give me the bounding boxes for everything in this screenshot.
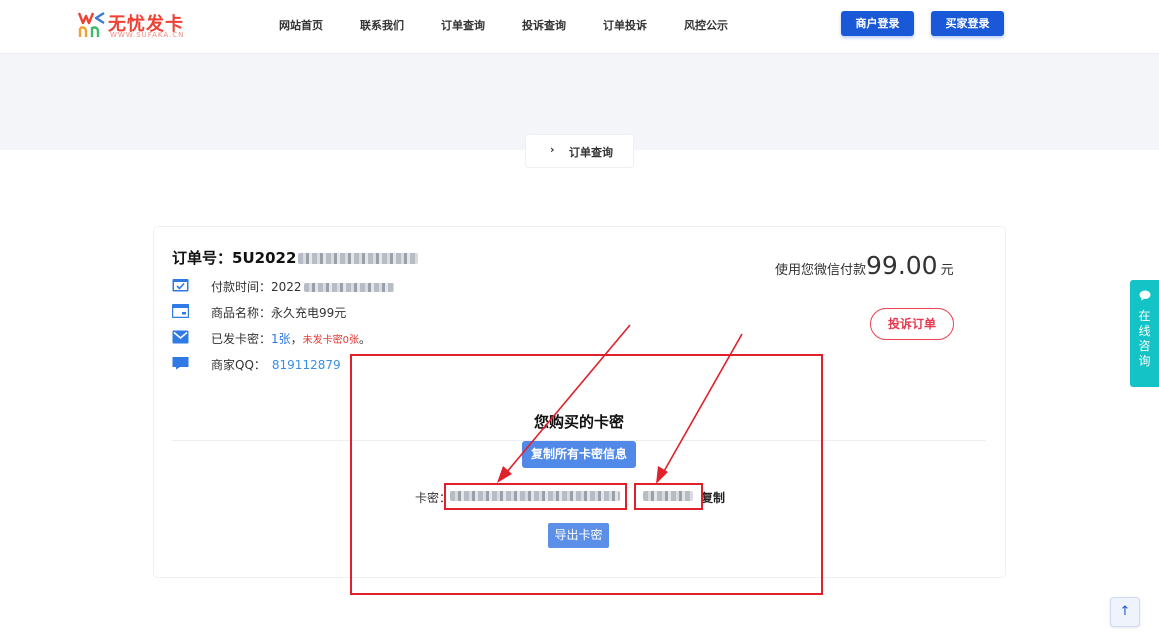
product-value: 永久充电99元	[271, 306, 347, 320]
logo-mark-icon	[78, 11, 105, 37]
pay-prefix: 使用您微信付款	[775, 263, 867, 278]
order-number: 订单号：5U2022	[172, 247, 419, 268]
logo-subtext: WWW.SUFAKA.CN	[110, 31, 185, 39]
sent-count: 1张	[271, 332, 291, 346]
envelope-icon	[172, 330, 189, 344]
annotation-box-section	[350, 354, 823, 595]
nav-complaint-query[interactable]: 投诉查询	[522, 17, 566, 33]
nav-order-query[interactable]: 订单查询	[441, 17, 485, 33]
chat-bubble-icon	[172, 357, 189, 370]
order-number-label: 订单号：	[172, 249, 233, 267]
order-number-value: 5U2022	[232, 249, 297, 267]
pay-time-label: 付款时间：	[211, 280, 272, 294]
redacted-order-number	[298, 253, 419, 264]
payment-amount: 使用您微信付款99.00 元	[775, 251, 954, 280]
complain-order-button[interactable]: 投诉订单	[870, 308, 954, 340]
card-icon	[172, 304, 189, 318]
top-navbar: 无忧发卡 WWW.SUFAKA.CN 网站首页 联系我们 订单查询 投诉查询 订…	[0, 0, 1159, 54]
nav-risk-notice[interactable]: 风控公示	[684, 17, 728, 33]
redacted-pay-time	[303, 283, 394, 292]
pay-amount: 99.00	[866, 251, 938, 280]
nav-order-complaint[interactable]: 订单投诉	[603, 17, 647, 33]
sent-label: 已发卡密：	[211, 332, 272, 346]
breadcrumb-label: 订单查询	[569, 146, 613, 159]
unsent-count: 未发卡密0张	[302, 335, 360, 346]
pay-unit: 元	[940, 263, 954, 278]
online-consult-label: 在线咨询	[1138, 309, 1151, 368]
merchant-login-button[interactable]: 商户登录	[841, 11, 914, 36]
arrow-up-icon: ↑	[1119, 604, 1131, 619]
buyer-login-button[interactable]: 买家登录	[931, 11, 1004, 36]
pay-time-value: 2022	[271, 280, 302, 294]
qq-label: 商家QQ：	[211, 358, 266, 372]
chat-icon	[1139, 290, 1151, 301]
calendar-check-icon	[172, 279, 189, 292]
nav-contact[interactable]: 联系我们	[360, 17, 404, 33]
chevron-right-icon: ›	[550, 143, 555, 156]
sent-separator: ，	[290, 332, 303, 346]
breadcrumb: › 订单查询	[525, 134, 634, 168]
nav-home[interactable]: 网站首页	[279, 17, 323, 33]
back-to-top-button[interactable]: ↑	[1110, 597, 1140, 627]
product-label: 商品名称：	[211, 306, 272, 320]
online-consult-tab[interactable]: 在线咨询	[1130, 280, 1159, 387]
sent-end: 。	[359, 332, 372, 346]
qq-value[interactable]: 819112879	[272, 358, 341, 372]
site-logo[interactable]: 无忧发卡 WWW.SUFAKA.CN	[78, 10, 198, 42]
annotation-box-card-number	[444, 483, 627, 510]
annotation-box-card-password	[634, 483, 703, 510]
